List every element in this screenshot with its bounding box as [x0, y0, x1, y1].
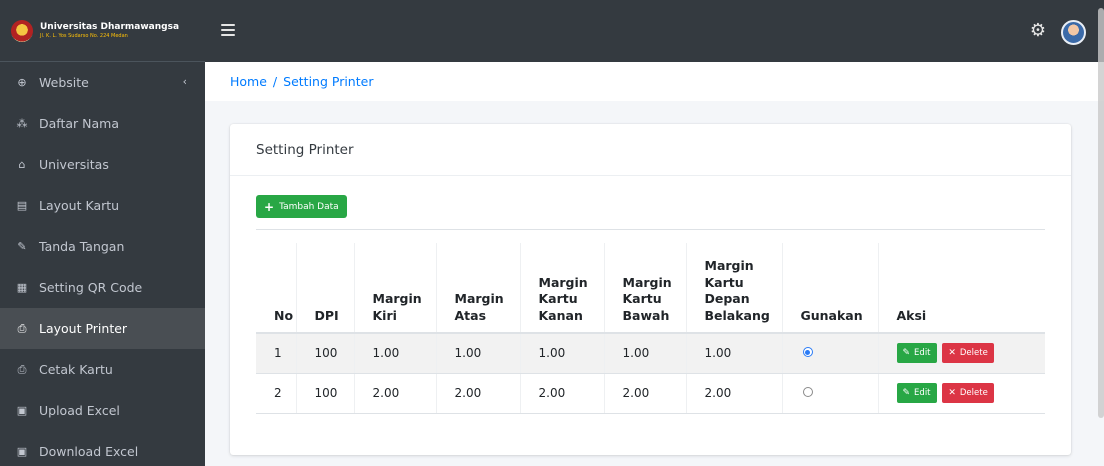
sidebar-item-label: Setting QR Code: [39, 280, 143, 295]
sidebar-item-label: Cetak Kartu: [39, 362, 113, 377]
card-title: Setting Printer: [230, 124, 1071, 176]
cell-margin-kiri: 2.00: [354, 373, 437, 414]
delete-label: Delete: [959, 388, 988, 398]
sidebar-item-label: Layout Kartu: [39, 198, 120, 213]
gear-icon[interactable]: ⚙: [1030, 22, 1046, 40]
header-margin-kartu-kanan: Margin Kartu Kanan: [520, 243, 605, 334]
cell-dpi: 100: [296, 333, 355, 374]
breadcrumb: Home / Setting Printer: [205, 62, 1104, 101]
cell-dpi: 100: [296, 373, 355, 414]
sidebar-item-daftar-nama[interactable]: ⁂ Daftar Nama: [0, 103, 205, 144]
cell-margin-atas: 2.00: [436, 373, 521, 414]
page-scrollbar[interactable]: [1098, 8, 1104, 418]
sidebar-menu: ⊕ Website ‹ ⁂ Daftar Nama ⌂ Universitas …: [0, 62, 205, 466]
sidebar-item-layout-printer[interactable]: ⎙ Layout Printer: [0, 308, 205, 349]
edit-icon: ✎: [902, 348, 911, 359]
cell-margin-kartu-bawah: 2.00: [604, 373, 687, 414]
sidebar-item-label: Upload Excel: [39, 403, 120, 418]
divider: [256, 229, 1045, 230]
plus-icon: +: [264, 199, 275, 214]
cell-margin-kartu-bawah: 1.00: [604, 333, 687, 374]
close-icon: ✕: [948, 348, 956, 359]
brand[interactable]: Universitas Dharmawangsa Jl. K. L. Yos S…: [0, 0, 205, 62]
brand-text: Universitas Dharmawangsa Jl. K. L. Yos S…: [40, 21, 180, 39]
edit-label: Edit: [914, 348, 931, 359]
sidebar-item-label: Download Excel: [39, 444, 139, 459]
sidebar-item-universitas[interactable]: ⌂ Universitas: [0, 144, 205, 185]
breadcrumb-home[interactable]: Home: [230, 74, 267, 89]
university-icon: ⌂: [18, 158, 26, 171]
cell-gunakan: [782, 373, 879, 414]
gunakan-radio[interactable]: [802, 387, 813, 397]
cell-aksi: ✎ Edit ✕ Delete: [878, 333, 1045, 374]
printer-settings-table: No DPI Margin Kiri Margin Atas Margin Ka…: [256, 243, 1045, 414]
printer-icon: ⎙: [17, 362, 27, 376]
sidebar-item-cetak-kartu[interactable]: ⎙ Cetak Kartu: [0, 349, 205, 390]
brand-subtitle: Jl. K. L. Yos Sudarso No. 224 Medan: [40, 32, 128, 39]
table-header-row: No DPI Margin Kiri Margin Atas Margin Ka…: [256, 243, 1045, 334]
table-row: 1 100 1.00 1.00 1.00 1.00 1.00 ✎ Edit ✕: [256, 333, 1045, 374]
header-margin-kartu-bawah: Margin Kartu Bawah: [604, 243, 687, 334]
sidebar: Universitas Dharmawangsa Jl. K. L. Yos S…: [0, 0, 205, 466]
edit-button[interactable]: ✎ Edit: [896, 383, 937, 403]
top-navbar: ⚙: [205, 0, 1104, 62]
avatar[interactable]: [1061, 20, 1086, 45]
id-card-icon: ▤: [16, 199, 28, 212]
table-row: 2 100 2.00 2.00 2.00 2.00 2.00 ✎ Edit ✕: [256, 373, 1045, 414]
cell-margin-atas: 1.00: [436, 333, 521, 374]
sidebar-item-website[interactable]: ⊕ Website ‹: [0, 62, 205, 103]
close-icon: ✕: [948, 388, 956, 398]
edit-icon: ✎: [902, 388, 911, 398]
cell-margin-kartu-kanan: 2.00: [520, 373, 605, 414]
header-margin-kiri: Margin Kiri: [354, 243, 437, 334]
delete-button[interactable]: ✕ Delete: [942, 343, 994, 364]
cell-no: 2: [256, 373, 297, 414]
sidebar-item-upload-excel[interactable]: ▣ Upload Excel: [0, 390, 205, 431]
header-dpi: DPI: [296, 243, 355, 334]
qrcode-icon: ▦: [16, 281, 28, 294]
cell-margin-kiri: 1.00: [354, 333, 437, 374]
edit-button[interactable]: ✎ Edit: [896, 343, 937, 364]
sidebar-item-layout-kartu[interactable]: ▤ Layout Kartu: [0, 185, 205, 226]
university-logo: [11, 19, 33, 42]
cell-aksi: ✎ Edit ✕ Delete: [878, 373, 1045, 414]
sidebar-item-setting-qr-code[interactable]: ▦ Setting QR Code: [0, 267, 205, 308]
sidebar-item-label: Universitas: [39, 157, 109, 172]
breadcrumb-separator: /: [272, 74, 278, 89]
cell-margin-kartu-depan-belakang: 2.00: [686, 373, 783, 414]
header-aksi: Aksi: [878, 243, 1045, 334]
sidebar-item-label: Layout Printer: [39, 321, 128, 336]
delete-label: Delete: [959, 348, 988, 359]
cell-margin-kartu-depan-belakang: 1.00: [686, 333, 783, 374]
delete-button[interactable]: ✕ Delete: [942, 383, 994, 403]
header-no: No: [256, 243, 297, 334]
hamburger-menu-icon[interactable]: [221, 24, 235, 36]
add-data-button[interactable]: + Tambah Data: [256, 195, 347, 218]
sidebar-item-label: Daftar Nama: [39, 116, 119, 131]
gunakan-radio[interactable]: [802, 347, 813, 358]
header-gunakan: Gunakan: [782, 243, 879, 334]
brand-title: Universitas Dharmawangsa: [40, 21, 180, 32]
cell-no: 1: [256, 333, 297, 374]
globe-icon: ⊕: [17, 76, 27, 89]
sidebar-item-download-excel[interactable]: ▣ Download Excel: [0, 431, 205, 466]
cell-margin-kartu-kanan: 1.00: [520, 333, 605, 374]
breadcrumb-current: Setting Printer: [283, 74, 374, 89]
excel-file-icon: ▣: [16, 404, 28, 417]
sidebar-item-label: Tanda Tangan: [39, 239, 125, 254]
sidebar-item-tanda-tangan[interactable]: ✎ Tanda Tangan: [0, 226, 205, 267]
add-data-label: Tambah Data: [279, 201, 339, 212]
printer-icon: ⎙: [17, 321, 27, 335]
header-margin-atas: Margin Atas: [436, 243, 521, 334]
users-icon: ⁂: [16, 117, 28, 130]
excel-file-icon: ▣: [16, 445, 28, 458]
signature-icon: ✎: [17, 240, 27, 253]
header-margin-kartu-depan-belakang: Margin Kartu Depan Belakang: [686, 243, 783, 334]
sidebar-item-label: Website: [39, 75, 89, 90]
setting-printer-card: Setting Printer + Tambah Data No DPI Mar…: [230, 124, 1071, 455]
chevron-left-icon[interactable]: ‹: [183, 75, 187, 88]
edit-label: Edit: [914, 388, 931, 398]
cell-gunakan: [782, 333, 879, 374]
